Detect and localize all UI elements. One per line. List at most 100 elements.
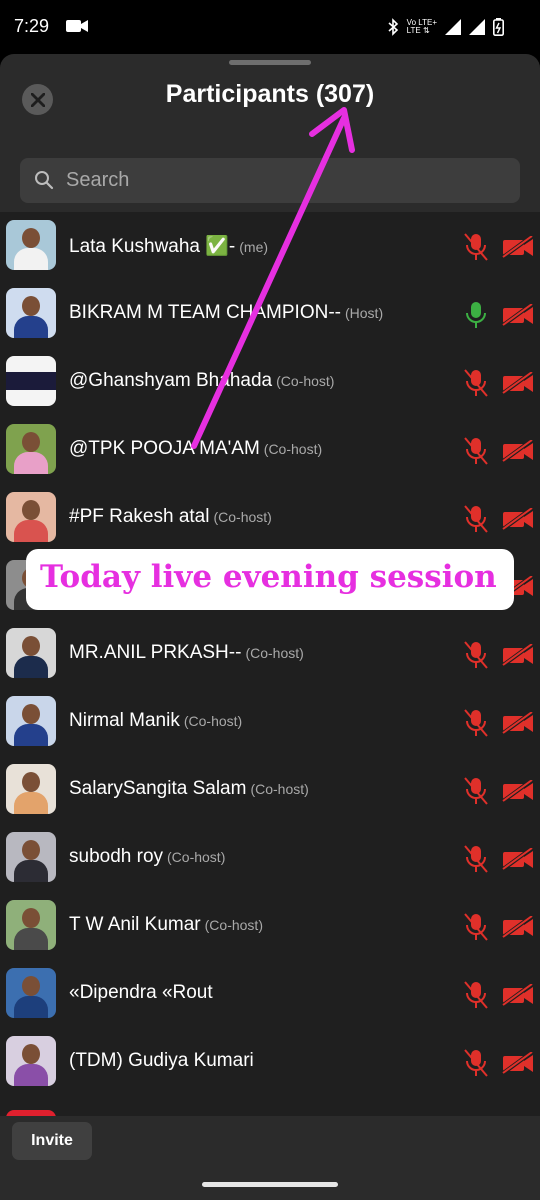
mic-muted-icon[interactable]	[462, 980, 490, 1010]
mic-muted-icon[interactable]	[462, 368, 490, 398]
participant-row[interactable]: (TDM) Gudiya Kumari	[0, 1028, 540, 1096]
avatar	[6, 764, 56, 814]
camera-off-icon[interactable]	[502, 1052, 534, 1074]
participant-name: @TPK POOJA MA'AM (Co-host)	[69, 438, 322, 460]
participant-name-text: SalarySangita Salam	[69, 778, 247, 799]
mic-muted-icon[interactable]	[462, 640, 490, 670]
participant-row[interactable]: MR.ANIL PRKASH-- (Co-host)	[0, 620, 540, 688]
mic-muted-icon[interactable]	[462, 708, 490, 738]
participant-name: Lata Kushwaha ✅- (me)	[69, 234, 268, 258]
avatar	[6, 492, 56, 542]
camera-off-icon[interactable]	[502, 848, 534, 870]
camera-off-icon[interactable]	[502, 508, 534, 530]
participant-name: @Ghanshyam Bhahada (Co-host)	[69, 370, 334, 392]
home-indicator[interactable]	[202, 1182, 338, 1187]
participant-name-text: MR.ANIL PRKASH--	[69, 642, 242, 663]
invite-button[interactable]: Invite	[12, 1122, 92, 1160]
camera-off-icon[interactable]	[502, 780, 534, 802]
participant-role: (me)	[239, 239, 269, 255]
participant-role: (Co-host)	[213, 509, 272, 525]
signal-icon	[445, 19, 461, 35]
mic-muted-icon[interactable]	[462, 844, 490, 874]
participant-name-text: Lata Kushwaha ✅-	[69, 236, 236, 257]
participant-role: (Co-host)	[183, 713, 243, 729]
network-label: Vo LTE+ LTE ⇅	[407, 19, 437, 35]
mic-muted-icon[interactable]	[462, 436, 490, 466]
participant-name-text: Nirmal Manik	[69, 710, 180, 731]
avatar	[6, 220, 56, 270]
avatar	[6, 628, 56, 678]
participant-name: #PF Rakesh atal (Co-host)	[69, 506, 272, 528]
participant-name-text: subodh roy	[69, 846, 164, 867]
camera-off-icon[interactable]	[502, 304, 534, 326]
participant-name-text: T W Anil Kumar	[69, 914, 201, 935]
search-input[interactable]	[66, 158, 506, 203]
camera-off-icon[interactable]	[502, 440, 534, 462]
mic-on-icon[interactable]	[462, 300, 490, 330]
avatar	[6, 424, 56, 474]
participant-row[interactable]: «Dipendra «Rout	[0, 960, 540, 1028]
participant-list[interactable]: Lata Kushwaha ✅- (me) BIKRAM M TEAM CHAMP…	[0, 212, 540, 1116]
participant-name: BIKRAM M TEAM CHAMPION-- (Host)	[69, 302, 383, 324]
participant-name-text: @Ghanshyam Bhahada	[69, 370, 273, 391]
participant-name: SalarySangita Salam (Co-host)	[69, 778, 309, 800]
participant-row[interactable]: SalarySangita Salam (Co-host)	[0, 756, 540, 824]
participant-role: (Co-host)	[167, 849, 226, 865]
participant-name: «Dipendra «Rout	[69, 982, 217, 1004]
avatar	[6, 832, 56, 882]
camera-off-icon[interactable]	[502, 916, 534, 938]
participant-row[interactable]: T W Anil Kumar (Co-host)	[0, 892, 540, 960]
page-title: Participants (307)	[165, 80, 375, 108]
status-right: Vo LTE+ LTE ⇅	[387, 16, 504, 38]
video-camera-icon	[66, 20, 88, 32]
participants-sheet: Participants (307) Lata Kushwaha ✅-(me) …	[0, 54, 540, 1200]
avatar	[6, 1036, 56, 1086]
camera-off-icon[interactable]	[502, 372, 534, 394]
overlay-text: Today live evening session	[40, 559, 497, 595]
drag-handle[interactable]	[229, 60, 311, 65]
mic-muted-icon[interactable]	[462, 776, 490, 806]
participant-name: MR.ANIL PRKASH-- (Co-host)	[69, 642, 304, 664]
avatar	[6, 968, 56, 1018]
participant-name-text: @TPK POOJA MA'AM	[69, 438, 260, 459]
status-time: 7:29	[14, 16, 50, 36]
mic-muted-icon[interactable]	[462, 1048, 490, 1078]
participant-name-text: BIKRAM M TEAM CHAMPION--	[69, 302, 341, 323]
mic-muted-icon[interactable]	[462, 232, 490, 262]
bottom-bar: Invite	[0, 1116, 540, 1200]
mic-muted-icon[interactable]	[462, 504, 490, 534]
participant-row[interactable]: @Ghanshyam Bhahada (Co-host)	[0, 348, 540, 416]
participant-row[interactable]: Lata Kushwaha ✅- (me)	[0, 212, 540, 280]
signal-icon	[469, 19, 485, 35]
camera-off-icon[interactable]	[502, 984, 534, 1006]
participant-row[interactable]: subodh roy (Co-host)	[0, 824, 540, 892]
camera-off-icon[interactable]	[502, 236, 534, 258]
network-label-bottom: LTE ⇅	[406, 26, 430, 35]
participant-row[interactable]: BIKRAM M TEAM CHAMPION-- (Host)	[0, 280, 540, 348]
participant-row[interactable]: Nirmal Manik (Co-host)	[0, 688, 540, 756]
participant-row[interactable]: #PF Rakesh atal (Co-host)	[0, 484, 540, 552]
bluetooth-icon	[388, 18, 398, 36]
mic-muted-icon[interactable]	[462, 912, 490, 942]
camera-off-icon[interactable]	[502, 644, 534, 666]
participant-name-text: «Dipendra «Rout	[69, 982, 213, 1003]
search-bar[interactable]	[20, 158, 520, 203]
avatar	[6, 696, 56, 746]
camera-off-icon[interactable]	[502, 712, 534, 734]
avatar	[6, 356, 56, 406]
participant-name: (TDM) Gudiya Kumari	[69, 1050, 258, 1072]
participant-role: (Co-host)	[250, 781, 309, 797]
participant-role: (Co-host)	[245, 645, 304, 661]
participant-name: subodh roy (Co-host)	[69, 846, 225, 868]
search-icon	[35, 171, 54, 190]
overlay-banner: Today live evening session	[26, 549, 514, 610]
status-bar: 7:29 Vo LTE+ LTE ⇅	[0, 0, 540, 54]
participant-name: Nirmal Manik (Co-host)	[69, 710, 242, 732]
participant-role: (Host)	[345, 305, 384, 321]
avatar	[6, 288, 56, 338]
avatar	[6, 900, 56, 950]
participant-name-text: (TDM) Gudiya Kumari	[69, 1050, 254, 1071]
participant-role: (Co-host)	[263, 441, 323, 457]
participant-row[interactable]: @TPK POOJA MA'AM (Co-host)	[0, 416, 540, 484]
participant-name: T W Anil Kumar (Co-host)	[69, 914, 263, 936]
